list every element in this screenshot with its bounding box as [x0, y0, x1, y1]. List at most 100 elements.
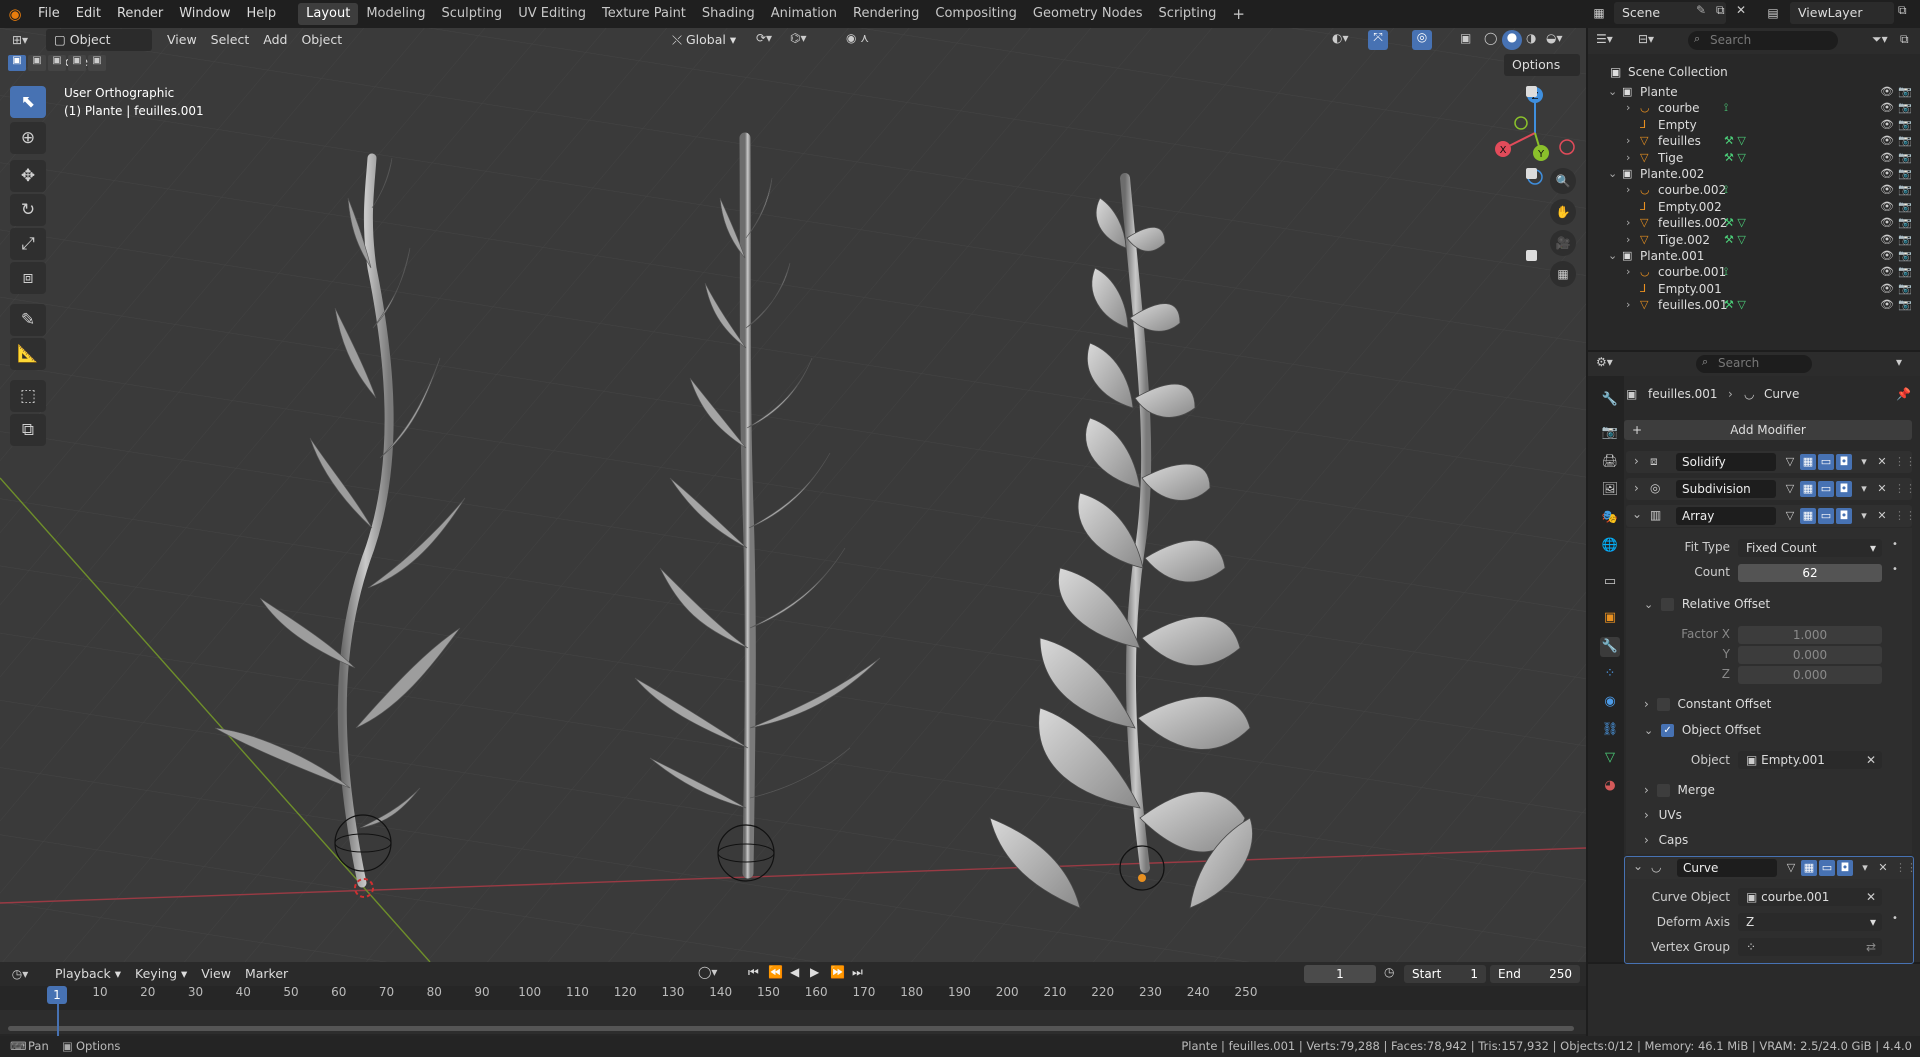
offset-z-field[interactable]: 0.000: [1738, 666, 1882, 684]
menu-keying[interactable]: Keying ▾: [128, 963, 194, 985]
tool-transform[interactable]: ⧈: [10, 262, 46, 294]
scene-selector[interactable]: Scene: [1614, 2, 1726, 24]
new-collection-icon[interactable]: ⧉: [1900, 32, 1909, 47]
chevron-down-icon[interactable]: ⌄: [1632, 507, 1642, 521]
remove-icon[interactable]: ✕: [1874, 454, 1890, 470]
options-button[interactable]: Options: [1504, 54, 1580, 76]
data-tab-icon[interactable]: ▽: [1600, 748, 1620, 768]
proportional-edit-icon[interactable]: ◉ ⋏: [846, 31, 869, 45]
clear-icon[interactable]: ✕: [1866, 888, 1876, 906]
chevron-right-icon[interactable]: ›: [1626, 295, 1630, 315]
menu-file[interactable]: File: [30, 3, 68, 25]
menu-render[interactable]: Render: [109, 3, 171, 25]
tab-sculpting[interactable]: Sculpting: [433, 3, 510, 25]
collection-tab-icon[interactable]: ▭: [1600, 572, 1620, 592]
render-icon[interactable]: ◘: [1836, 481, 1852, 497]
properties-search[interactable]: ⌕ Search: [1696, 355, 1812, 373]
chevron-down-icon[interactable]: ⌄: [1633, 859, 1643, 873]
subdivision-name[interactable]: Subdivision: [1676, 480, 1776, 498]
tool-cursor[interactable]: ⊕: [10, 122, 46, 154]
drag-handle-icon[interactable]: ⋮⋮: [1895, 860, 1917, 876]
array-name[interactable]: Array: [1676, 507, 1776, 525]
scene-icon[interactable]: ▦: [1586, 2, 1612, 24]
tab-rendering[interactable]: Rendering: [845, 3, 927, 25]
tab-modeling[interactable]: Modeling: [358, 3, 433, 25]
remove-icon[interactable]: ✕: [1875, 860, 1891, 876]
zoom-icon[interactable]: 🔍: [1550, 168, 1576, 194]
menu-marker[interactable]: Marker: [238, 963, 295, 985]
pin-icon[interactable]: ✎: [1696, 3, 1706, 17]
constraints-tab-icon[interactable]: ⛓: [1600, 720, 1620, 740]
view-layer-tab-icon[interactable]: 🖼: [1600, 480, 1620, 500]
pivot-icon[interactable]: ⟳▾: [756, 31, 772, 45]
tab-shading[interactable]: Shading: [694, 3, 763, 25]
select-subtract-icon[interactable]: ▣: [48, 55, 66, 71]
on-cage-icon[interactable]: ▦: [1800, 481, 1816, 497]
constant-offset-checkbox[interactable]: [1656, 698, 1670, 711]
perspective-toggle-icon[interactable]: ▦: [1550, 261, 1576, 287]
menu-object[interactable]: Object: [294, 29, 349, 51]
tab-compositing[interactable]: Compositing: [927, 3, 1025, 25]
select-intersect-icon[interactable]: ▣: [88, 55, 106, 71]
output-tab-icon[interactable]: 🖨: [1600, 452, 1620, 472]
chevron-right-icon[interactable]: ›: [1634, 481, 1639, 495]
world-tab-icon[interactable]: 🌐: [1600, 536, 1620, 556]
dropdown-icon[interactable]: ▾: [1856, 454, 1872, 470]
camera-view-icon[interactable]: 🎥: [1550, 230, 1576, 256]
tab-animation[interactable]: Animation: [763, 3, 845, 25]
clear-icon[interactable]: ✕: [1866, 751, 1876, 769]
display-mode-icon[interactable]: ⊟▾: [1638, 32, 1654, 46]
on-cage-icon[interactable]: ▦: [1801, 860, 1817, 876]
outliner-search[interactable]: ⌕ Search: [1688, 31, 1838, 50]
drag-handle-icon[interactable]: ⋮⋮: [1894, 481, 1916, 497]
object-offset-checkbox[interactable]: ✓: [1661, 724, 1675, 737]
keyframe-dot-icon[interactable]: •: [1892, 564, 1898, 575]
new-scene-icon[interactable]: ⧉: [1716, 3, 1725, 18]
edit-mode-icon[interactable]: ▽: [1782, 481, 1798, 497]
current-frame-field[interactable]: 1: [1304, 965, 1376, 983]
realtime-icon[interactable]: ▭: [1819, 860, 1835, 876]
offset-object-field[interactable]: ▣ Empty.001 ✕: [1738, 751, 1882, 769]
edit-mode-icon[interactable]: ▽: [1782, 508, 1798, 524]
pin-icon[interactable]: 📌: [1896, 384, 1911, 404]
vertex-group-field[interactable]: ⁘ ⇄: [1738, 938, 1882, 956]
remove-icon[interactable]: ✕: [1874, 481, 1890, 497]
snap-icon[interactable]: ⌬▾: [790, 31, 807, 45]
shading-rendered-icon[interactable]: ◒▾: [1546, 31, 1563, 45]
record-icon[interactable]: ◯▾: [698, 965, 717, 979]
menu-add[interactable]: Add: [256, 29, 294, 51]
curve-name[interactable]: Curve: [1677, 859, 1777, 877]
playhead[interactable]: 1: [47, 986, 67, 1004]
drag-handle-icon[interactable]: ⋮⋮: [1894, 508, 1916, 524]
relative-offset-subpanel[interactable]: ⌄ Relative Offset: [1644, 594, 1904, 614]
view-layer-icon[interactable]: ▤: [1760, 2, 1786, 24]
outliner-type-icon[interactable]: ☰▾: [1596, 32, 1613, 46]
tab-uv-editing[interactable]: UV Editing: [510, 3, 594, 25]
end-frame-field[interactable]: End 250: [1490, 965, 1580, 983]
tool-select-box[interactable]: ⬉: [10, 86, 46, 118]
menu-edit[interactable]: Edit: [68, 3, 109, 25]
modifier-subdivision[interactable]: › ◎ Subdivision ▽ ▦ ▭ ◘ ▾ ✕ ⋮⋮: [1626, 478, 1916, 500]
menu-playback[interactable]: Playback ▾: [48, 963, 128, 985]
dropdown-icon[interactable]: ▾: [1857, 860, 1873, 876]
select-invert-icon[interactable]: ▣: [68, 55, 86, 71]
material-tab-icon[interactable]: ◕: [1600, 776, 1620, 796]
add-modifier-button[interactable]: + Add Modifier: [1624, 420, 1912, 440]
realtime-icon[interactable]: ▭: [1818, 454, 1834, 470]
checkbox-icon[interactable]: [1526, 86, 1537, 97]
render-icon[interactable]: ◘: [1836, 454, 1852, 470]
merge-checkbox[interactable]: [1656, 784, 1670, 797]
render-icon[interactable]: ◘: [1837, 860, 1853, 876]
timeline-type-icon[interactable]: ◷▾: [0, 967, 40, 981]
relative-offset-checkbox[interactable]: [1661, 598, 1675, 611]
physics-tab-icon[interactable]: ◉: [1600, 692, 1620, 712]
deform-axis-select[interactable]: Z ▾: [1738, 913, 1882, 931]
tool-measure[interactable]: 📐: [10, 338, 46, 370]
factor-x-field[interactable]: 1.000: [1738, 626, 1882, 644]
eye-icon[interactable]: 👁: [1880, 295, 1894, 315]
checkbox-icon[interactable]: [1526, 168, 1537, 179]
dropdown-icon[interactable]: ▾: [1856, 508, 1872, 524]
xray-icon[interactable]: ▣: [1460, 31, 1471, 45]
keyframe-dot-icon[interactable]: •: [1892, 913, 1898, 924]
menu-select[interactable]: Select: [204, 29, 257, 51]
